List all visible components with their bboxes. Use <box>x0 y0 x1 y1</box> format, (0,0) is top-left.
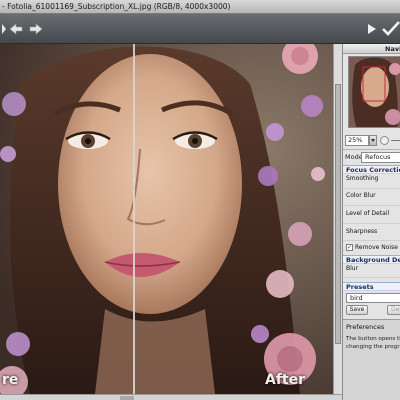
param-level-of-detail[interactable]: Level of Detail <box>346 210 389 217</box>
remove-noise-label: Remove Noise <box>355 244 398 251</box>
zoom-out-icon[interactable] <box>380 136 389 145</box>
focus-correction-title: Focus Correction <box>343 165 400 174</box>
preferences-title: Preferences <box>346 323 385 331</box>
presets-title: Presets <box>343 282 400 291</box>
delete-preset-button[interactable]: Del <box>387 305 400 315</box>
divider <box>343 223 400 224</box>
zoom-row: 25% <box>345 135 400 147</box>
param-smoothing[interactable]: Smoothing <box>346 175 378 182</box>
arrow-right-icon[interactable] <box>28 21 44 37</box>
divider <box>343 205 400 206</box>
canvas-horizontal-scrollbar[interactable] <box>0 394 342 400</box>
toolbar <box>0 14 400 44</box>
divider <box>343 277 400 278</box>
before-label: re <box>2 372 19 388</box>
background-defocus-section: Background Defocus <box>343 255 400 264</box>
zoom-dropdown-button[interactable] <box>369 135 377 146</box>
mode-row: Mode: Refocus <box>345 152 400 163</box>
after-label: After <box>265 372 306 388</box>
presets-section: Presets <box>343 282 400 291</box>
background-defocus-title: Background Defocus <box>343 255 400 264</box>
focus-correction-section: Focus Correction <box>343 165 400 174</box>
play-icon[interactable] <box>364 21 380 37</box>
remove-noise-checkbox[interactable]: ✓ <box>346 244 353 251</box>
save-preset-button[interactable]: Save <box>346 305 368 315</box>
navigator-preview[interactable] <box>348 56 400 128</box>
param-sharpness[interactable]: Sharpness <box>346 228 377 235</box>
divider <box>343 149 400 150</box>
divider <box>343 240 400 241</box>
preset-name-input[interactable]: bird <box>346 293 400 303</box>
param-color-blur[interactable]: Color Blur <box>346 192 376 199</box>
checkmark-icon[interactable] <box>382 21 400 37</box>
preferences-help-line-2: changing the program's op <box>346 344 400 350</box>
before-after-divider[interactable] <box>133 44 135 394</box>
window-title: - Fotolia_61001169_Subscription_XL.jpg (… <box>2 2 231 11</box>
zoom-slider[interactable] <box>391 140 400 141</box>
title-bar: - Fotolia_61001169_Subscription_XL.jpg (… <box>0 0 400 14</box>
image-canvas[interactable]: re After <box>0 44 333 394</box>
mode-select[interactable]: Refocus <box>361 152 400 163</box>
zoom-input[interactable]: 25% <box>345 135 369 146</box>
preferences-box: Preferences The button opens the Pre cha… <box>343 319 400 400</box>
arrow-left-icon[interactable] <box>8 21 24 37</box>
divider <box>343 188 400 189</box>
navigator-header: Navi <box>343 44 400 54</box>
preferences-help-line-1: The button opens the Pre <box>346 336 400 342</box>
canvas-vertical-scrollbar[interactable] <box>333 44 342 394</box>
portrait-image <box>0 44 333 394</box>
settings-panel: Navi 25% Mode: Refocus Focus Correction … <box>342 44 400 400</box>
param-blur[interactable]: Blur <box>346 265 358 272</box>
